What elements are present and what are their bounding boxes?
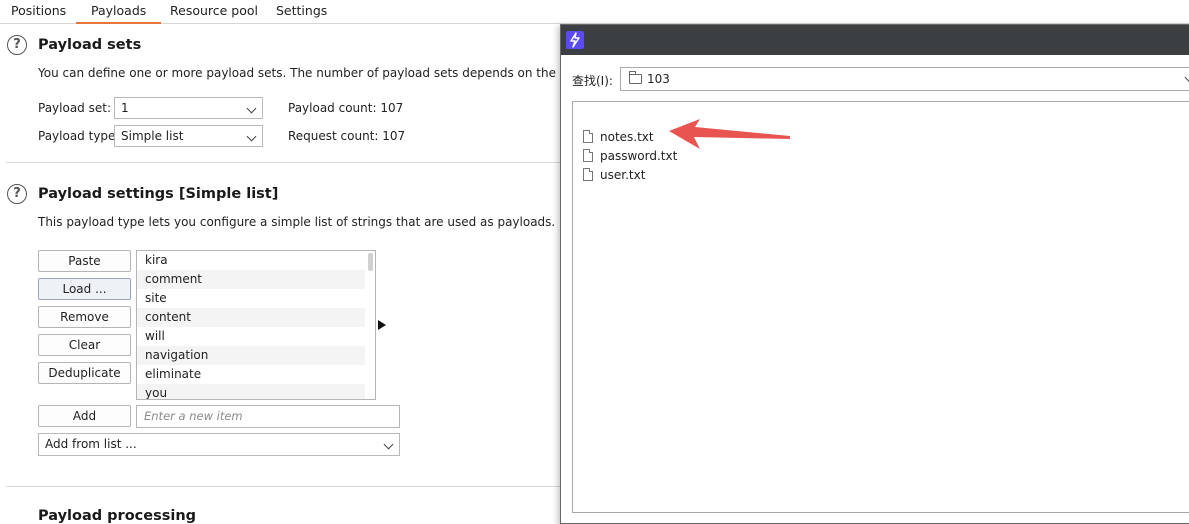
tab-bar: Positions Payloads Resource pool Setting… xyxy=(0,0,1189,24)
payload-sets-description: You can define one or more payload sets.… xyxy=(38,66,560,80)
tab-positions[interactable]: Positions xyxy=(11,0,66,24)
request-count: Request count: 107 xyxy=(288,129,406,143)
payload-settings-title: Payload settings [Simple list] xyxy=(38,186,279,202)
payload-type-label: Payload type: xyxy=(38,129,120,143)
help-icon[interactable]: ? xyxy=(7,35,27,55)
list-item[interactable]: kira xyxy=(137,251,365,270)
section-divider xyxy=(6,162,562,163)
list-item[interactable]: content xyxy=(137,308,365,327)
add-from-list-select[interactable]: Add from list ... xyxy=(38,433,400,456)
dialog-titlebar[interactable] xyxy=(561,25,1189,55)
file-item-password[interactable]: password.txt xyxy=(582,147,677,165)
list-scrollbar[interactable] xyxy=(368,253,373,271)
payload-sets-title: Payload sets xyxy=(38,37,142,53)
file-name: notes.txt xyxy=(600,130,654,144)
list-item[interactable]: site xyxy=(137,289,365,308)
directory-name: 103 xyxy=(647,72,670,86)
payload-set-label: Payload set: xyxy=(38,101,111,115)
list-item[interactable]: comment xyxy=(137,270,365,289)
deduplicate-button[interactable]: Deduplicate xyxy=(38,362,131,384)
add-button[interactable]: Add xyxy=(38,405,131,427)
file-icon xyxy=(583,168,593,181)
file-name: user.txt xyxy=(600,168,646,182)
payload-set-select[interactable]: 1 xyxy=(114,97,263,119)
payload-processing-title: Payload processing xyxy=(38,508,197,524)
file-item-notes[interactable]: notes.txt xyxy=(582,128,654,146)
folder-icon xyxy=(629,71,642,84)
add-from-list-label: Add from list ... xyxy=(45,437,137,451)
list-item[interactable]: eliminate xyxy=(137,365,365,384)
file-list[interactable]: notes.txt password.txt user.txt xyxy=(572,101,1189,513)
file-icon xyxy=(583,149,593,162)
list-item[interactable]: will xyxy=(137,327,365,346)
payload-set-value: 1 xyxy=(121,101,129,115)
play-icon[interactable] xyxy=(378,320,386,330)
tab-resource-pool[interactable]: Resource pool xyxy=(170,0,258,24)
remove-button[interactable]: Remove xyxy=(38,306,131,328)
section-divider xyxy=(6,486,562,487)
tab-settings[interactable]: Settings xyxy=(276,0,327,24)
look-in-label: 查找(I): xyxy=(572,74,613,88)
list-item[interactable]: you xyxy=(137,384,365,399)
payload-settings-description: This payload type lets you configure a s… xyxy=(38,215,556,229)
list-item[interactable]: navigation xyxy=(137,346,365,365)
file-open-dialog: 查找(I): 103 notes.txt password.txt user.t… xyxy=(560,24,1189,524)
payload-type-value: Simple list xyxy=(121,129,184,143)
clear-button[interactable]: Clear xyxy=(38,334,131,356)
chevron-down-icon xyxy=(1184,72,1189,83)
file-item-user[interactable]: user.txt xyxy=(582,166,645,184)
app-logo-icon xyxy=(566,31,584,49)
chevron-down-icon xyxy=(246,131,257,142)
tab-payloads[interactable]: Payloads xyxy=(76,0,162,24)
chevron-down-icon xyxy=(383,439,394,450)
file-icon xyxy=(583,130,593,143)
payload-list[interactable]: kira comment site content will navigatio… xyxy=(136,250,376,400)
help-icon[interactable]: ? xyxy=(7,184,27,204)
directory-select[interactable]: 103 xyxy=(620,67,1189,91)
paste-button[interactable]: Paste xyxy=(38,250,131,272)
load-button[interactable]: Load ... xyxy=(38,278,131,300)
new-item-input[interactable]: Enter a new item xyxy=(136,405,400,428)
payload-type-select[interactable]: Simple list xyxy=(114,125,263,147)
payload-count: Payload count: 107 xyxy=(288,101,404,115)
annotation-arrow xyxy=(669,119,790,149)
chevron-down-icon xyxy=(246,103,257,114)
